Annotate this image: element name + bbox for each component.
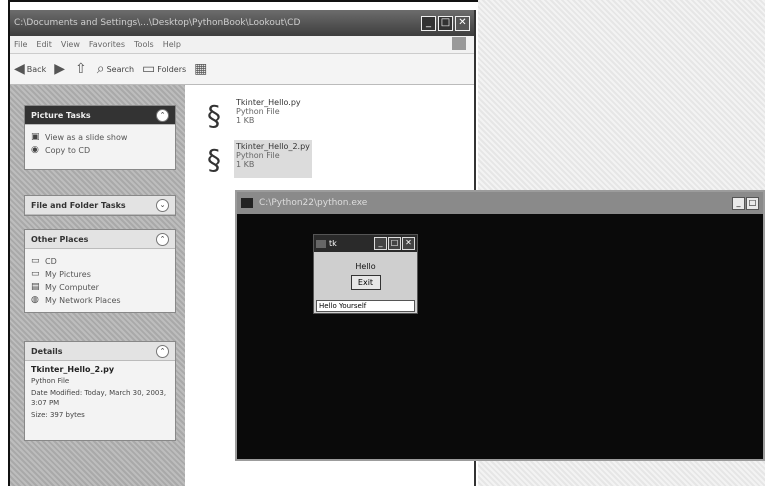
file-item[interactable]: § Tkinter_Hello.py Python File 1 KB: [194, 96, 312, 134]
view-slideshow-link[interactable]: ▣ View as a slide show: [31, 132, 169, 142]
python-file-icon: §: [207, 98, 221, 132]
file-type: Python File: [236, 151, 280, 160]
folder-icon: ▭: [31, 256, 40, 266]
details-file-name: Tkinter_Hello_2.py: [31, 365, 115, 374]
place-cd[interactable]: ▭ CD: [31, 256, 169, 266]
file-name: Tkinter_Hello.py: [236, 98, 301, 107]
place-my-computer[interactable]: ▤ My Computer: [31, 282, 169, 292]
console-title-bar[interactable]: C:\Python22\python.exe _ □: [237, 192, 763, 214]
folder-icon: ▭: [31, 269, 40, 279]
hello-label: Hello: [355, 262, 376, 271]
menu-tools[interactable]: Tools: [134, 40, 154, 49]
menu-view[interactable]: View: [61, 40, 80, 49]
tk-icon: [316, 239, 326, 248]
explorer-title: C:\Documents and Settings\...\Desktop\Py…: [14, 18, 301, 28]
back-arrow-icon: ◀: [14, 61, 25, 77]
view-slideshow-label: View as a slide show: [45, 132, 128, 142]
slideshow-icon: ▣: [31, 132, 40, 142]
details-modified: Date Modified: Today, March 30, 2003, 3:…: [31, 389, 167, 407]
tk-title-bar[interactable]: tk _ □ ✕: [314, 235, 417, 252]
collapse-icon[interactable]: ⌃: [156, 344, 169, 358]
forward-button[interactable]: ▶: [54, 61, 67, 77]
close-button[interactable]: ✕: [455, 15, 470, 31]
search-button[interactable]: ⌕ Search: [97, 61, 134, 77]
tk-title: tk: [329, 239, 337, 248]
collapse-icon[interactable]: ⌃: [156, 232, 169, 246]
copy-to-cd-link[interactable]: ◉ Copy to CD: [31, 145, 169, 155]
forward-arrow-icon: ▶: [54, 61, 65, 77]
task-pane: Picture Tasks ⌃ ▣ View as a slide show ◉…: [10, 85, 185, 486]
place-my-pictures[interactable]: ▭ My Pictures: [31, 269, 169, 279]
file-folder-tasks-title: File and Folder Tasks: [31, 200, 126, 210]
console-window: C:\Python22\python.exe _ □: [235, 190, 765, 461]
computer-icon: ▤: [31, 282, 40, 292]
picture-tasks-panel: Picture Tasks ⌃ ▣ View as a slide show ◉…: [24, 105, 176, 170]
details-panel: Details ⌃ Tkinter_Hello_2.py Python File…: [24, 341, 176, 441]
console-title: C:\Python22\python.exe: [259, 198, 368, 208]
back-button[interactable]: ◀ Back: [14, 61, 46, 77]
folders-icon: ▭: [142, 61, 156, 77]
file-folder-tasks-header[interactable]: File and Folder Tasks ⌄: [25, 196, 175, 215]
collapse-icon[interactable]: ⌃: [156, 108, 169, 122]
tk-close-button[interactable]: ✕: [402, 237, 415, 250]
menu-favorites[interactable]: Favorites: [89, 40, 125, 49]
search-label: Search: [106, 64, 135, 74]
views-button[interactable]: ▦: [194, 61, 209, 77]
up-folder-icon: ⇧: [74, 61, 87, 77]
menu-file[interactable]: File: [14, 40, 27, 49]
details-title: Details: [31, 346, 63, 356]
copy-to-cd-label: Copy to CD: [45, 145, 91, 155]
menu-edit[interactable]: Edit: [36, 40, 52, 49]
menu-help[interactable]: Help: [163, 40, 181, 49]
file-size: 1 KB: [236, 160, 255, 169]
picture-tasks-title: Picture Tasks: [31, 110, 91, 120]
windows-logo-icon: [452, 37, 466, 50]
maximize-button[interactable]: □: [438, 15, 453, 31]
search-icon: ⌕: [96, 61, 105, 77]
place-my-computer-label: My Computer: [45, 282, 99, 292]
back-label: Back: [26, 64, 47, 74]
file-type: Python File: [236, 107, 280, 116]
place-my-network[interactable]: ◍ My Network Places: [31, 295, 169, 305]
views-icon: ▦: [194, 61, 208, 77]
details-file-type: Python File: [31, 377, 70, 385]
folders-label: Folders: [157, 64, 187, 74]
place-my-pictures-label: My Pictures: [45, 269, 91, 279]
other-places-title: Other Places: [31, 234, 89, 244]
place-cd-label: CD: [45, 256, 57, 266]
details-size: Size: 397 bytes: [31, 411, 85, 419]
explorer-title-bar[interactable]: C:\Documents and Settings\...\Desktop\Py…: [10, 10, 474, 36]
picture-tasks-header[interactable]: Picture Tasks ⌃: [25, 106, 175, 125]
tk-minimize-button[interactable]: _: [374, 237, 387, 250]
menu-bar: File Edit View Favorites Tools Help: [10, 36, 474, 54]
exit-button[interactable]: Exit: [350, 275, 381, 290]
console-minimize-button[interactable]: _: [732, 196, 745, 210]
tk-maximize-button[interactable]: □: [388, 237, 401, 250]
expand-icon[interactable]: ⌄: [156, 198, 169, 212]
cd-icon: ◉: [31, 145, 39, 155]
text-entry[interactable]: [316, 300, 415, 312]
place-my-network-label: My Network Places: [45, 295, 121, 305]
file-name: Tkinter_Hello_2.py: [236, 142, 310, 151]
toolbar: ◀ Back ▶ ⇧ ⌕ Search ▭ Folders ▦: [10, 54, 474, 85]
console-icon: [241, 198, 253, 208]
file-folder-tasks-panel: File and Folder Tasks ⌄: [24, 195, 176, 216]
other-places-header[interactable]: Other Places ⌃: [25, 230, 175, 249]
folders-button[interactable]: ▭ Folders: [142, 61, 186, 77]
other-places-panel: Other Places ⌃ ▭ CD ▭ My Pictures ▤ My C…: [24, 229, 176, 313]
file-item-selected[interactable]: § Tkinter_Hello_2.py Python File 1 KB: [194, 140, 312, 178]
tk-window: tk _ □ ✕ Hello Exit: [313, 234, 418, 314]
network-icon: ◍: [31, 295, 39, 305]
file-size: 1 KB: [236, 116, 255, 125]
up-folder-button[interactable]: ⇧: [75, 61, 89, 77]
minimize-button[interactable]: _: [421, 15, 436, 31]
file-list: § Tkinter_Hello.py Python File 1 KB § Tk…: [194, 96, 312, 184]
python-file-icon: §: [207, 142, 221, 176]
console-maximize-button[interactable]: □: [746, 196, 759, 210]
details-header[interactable]: Details ⌃: [25, 342, 175, 361]
